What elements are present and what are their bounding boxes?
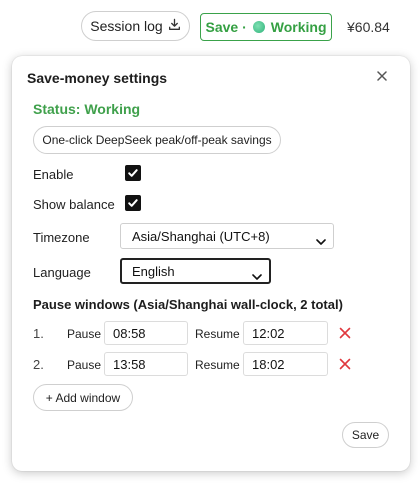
chevron-down-icon	[316, 233, 326, 245]
enable-checkbox[interactable]	[125, 165, 141, 181]
timezone-select[interactable]: Asia/Shanghai (UTC+8)	[120, 223, 334, 249]
settings-panel: Save-money settings Status: Working One-…	[12, 56, 410, 471]
working-status-dot-icon	[252, 21, 265, 33]
resume-time-input[interactable]: 18:02	[243, 352, 328, 376]
resume-label: Resume	[195, 327, 240, 341]
panel-title: Save-money settings	[27, 70, 168, 86]
download-icon	[168, 18, 181, 34]
balance-amount: ¥60.84	[347, 19, 390, 35]
top-bar: Session log Save · Working ¥60.84	[0, 0, 420, 56]
status-text: Status: Working	[33, 101, 141, 117]
pause-time-value: 13:58	[113, 356, 146, 372]
delete-window-icon[interactable]	[339, 326, 351, 339]
resume-label: Resume	[195, 358, 240, 372]
save-button[interactable]: Save	[342, 422, 389, 448]
working-label: Working	[270, 19, 327, 35]
timezone-label: Timezone	[33, 230, 90, 245]
one-click-savings-button[interactable]: One-click DeepSeek peak/off-peak savings	[33, 126, 281, 154]
pause-label: Pause	[67, 327, 102, 341]
resume-time-input[interactable]: 12:02	[243, 321, 328, 345]
resume-time-value: 12:02	[252, 325, 285, 341]
language-value: English	[132, 263, 175, 279]
pause-label: Pause	[67, 358, 102, 372]
save-status-button[interactable]: Save · Working	[200, 13, 332, 41]
window-number: 2.	[33, 357, 44, 372]
pause-time-input[interactable]: 13:58	[104, 352, 188, 376]
show-balance-label: Show balance	[33, 197, 115, 212]
language-label: Language	[33, 265, 91, 280]
chevron-down-icon	[252, 268, 262, 280]
pause-windows-title: Pause windows (Asia/Shanghai wall-clock,…	[33, 297, 343, 312]
session-log-button[interactable]: Session log	[81, 11, 190, 41]
timezone-value: Asia/Shanghai (UTC+8)	[132, 228, 270, 244]
resume-time-value: 18:02	[252, 356, 285, 372]
enable-label: Enable	[33, 167, 74, 182]
pause-time-value: 08:58	[113, 325, 146, 341]
language-select[interactable]: English	[120, 258, 271, 284]
delete-window-icon[interactable]	[339, 357, 351, 370]
show-balance-checkbox[interactable]	[125, 195, 141, 211]
session-log-label: Session log	[90, 18, 163, 34]
close-icon[interactable]	[374, 68, 390, 84]
add-window-button[interactable]: + Add window	[33, 384, 133, 411]
window-number: 1.	[33, 326, 44, 341]
pause-time-input[interactable]: 08:58	[104, 321, 188, 345]
save-status-label: Save ·	[205, 19, 247, 35]
